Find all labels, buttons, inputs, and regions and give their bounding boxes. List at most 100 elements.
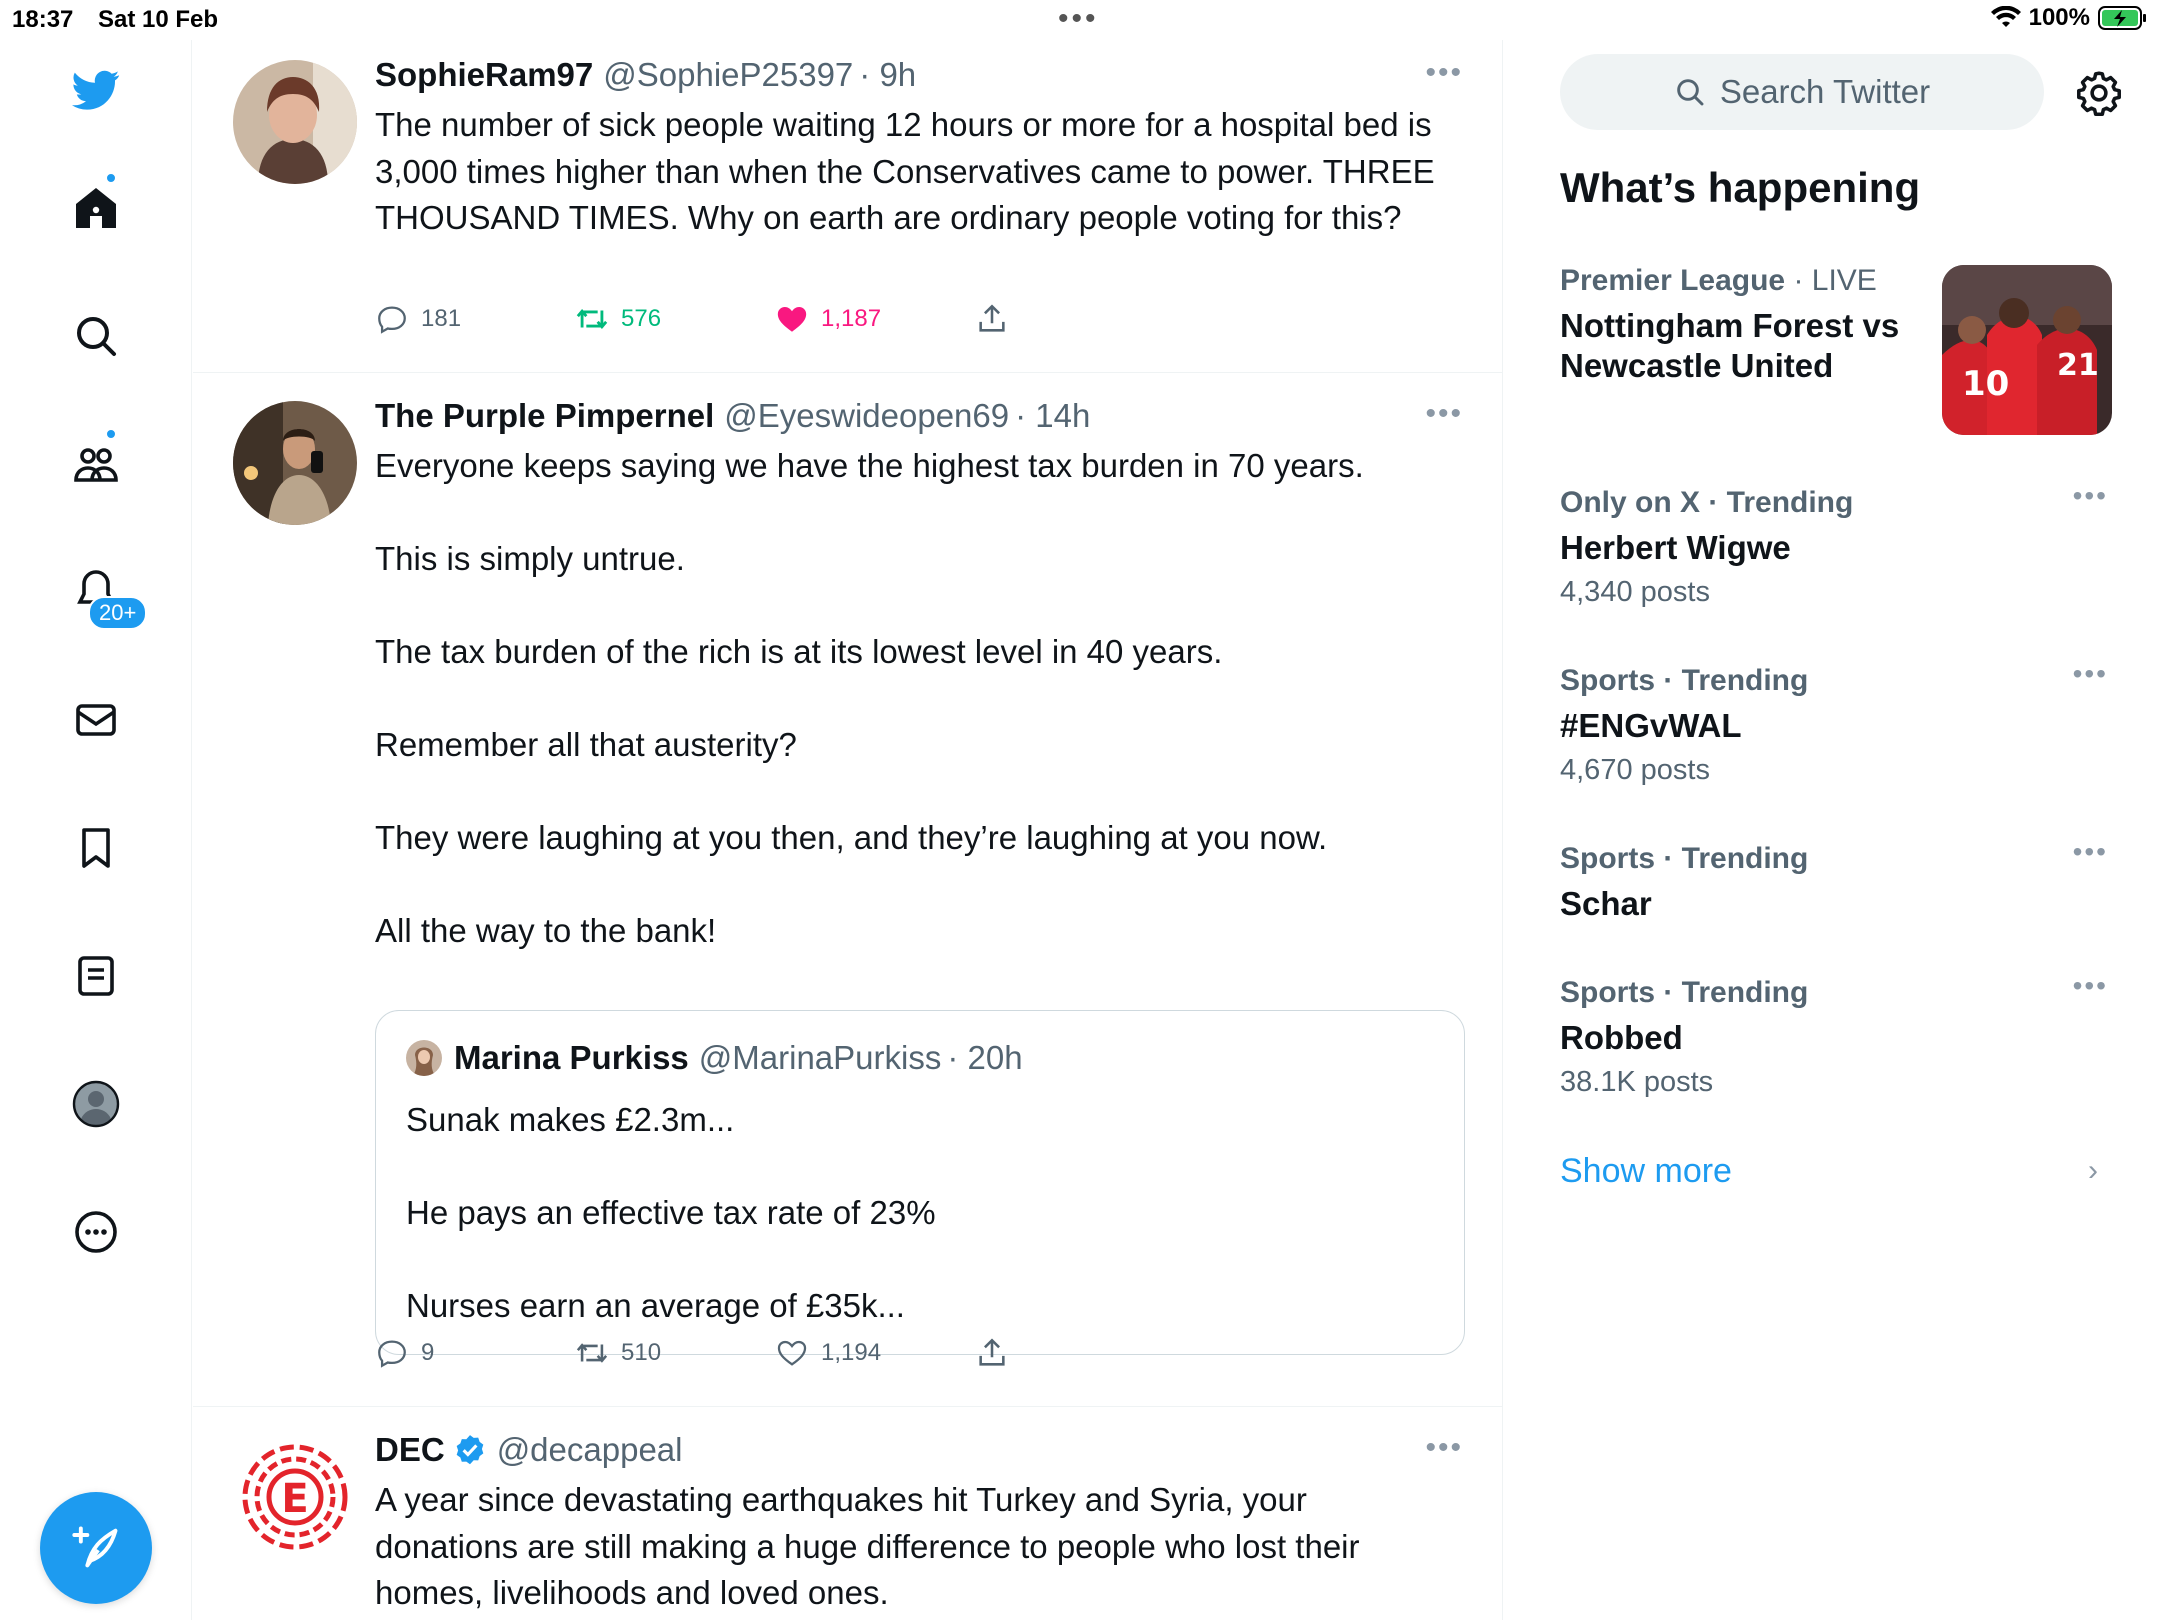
trend-category: Sports · Trending <box>1560 664 1809 697</box>
tweet-more-icon[interactable]: ••• <box>1425 1431 1463 1465</box>
trend-thumbnail-image[interactable]: 10 21 <box>1942 265 2112 435</box>
trend-post-count: 4,670 posts <box>1560 754 1710 786</box>
author-handle[interactable]: @decappeal <box>497 1431 683 1469</box>
trend-more-icon[interactable]: ••• <box>2073 658 2108 690</box>
svg-text:21: 21 <box>2057 348 2099 383</box>
tweet-text: A year since devastating earthquakes hit… <box>375 1477 1415 1617</box>
trend-meta: Sports · Trending <box>1560 976 2108 1010</box>
reply-count: 9 <box>421 1339 435 1366</box>
like-button[interactable]: 1,194 <box>775 1336 975 1370</box>
bookmarks-icon[interactable] <box>62 814 130 882</box>
verified-badge-icon <box>456 1435 484 1465</box>
heart-filled-icon <box>777 306 807 332</box>
left-navigation: 20+ <box>0 40 192 1620</box>
search-explore-icon[interactable] <box>62 302 130 370</box>
retweet-count: 510 <box>621 1339 662 1366</box>
tweet[interactable]: E DEC @decappeal ••• A year since devast… <box>193 1407 1502 1620</box>
multitasking-dots-icon[interactable]: ••• <box>1058 2 1099 36</box>
trend-more-icon[interactable]: ••• <box>2073 836 2108 868</box>
messages-envelope-icon[interactable] <box>62 686 130 754</box>
tweet-paragraph: A year since devastating earthquakes hit… <box>375 1481 1360 1611</box>
tweet-text: The number of sick people waiting 12 hou… <box>375 102 1465 242</box>
retweet-button[interactable]: 510 <box>575 1336 775 1370</box>
reply-button[interactable]: 181 <box>375 302 575 336</box>
more-circle-icon[interactable] <box>62 1198 130 1266</box>
share-icon <box>979 1338 1005 1366</box>
trend-more-icon[interactable]: ••• <box>2073 970 2108 1002</box>
trend-item[interactable]: Sports · Trending #ENGvWAL 4,670 posts •… <box>1560 658 2108 787</box>
tweet-more-icon[interactable]: ••• <box>1425 397 1463 431</box>
chevron-right-icon[interactable]: › <box>2088 1154 2098 1188</box>
tweet-paragraph: The tax burden of the rich is at its low… <box>375 633 1223 670</box>
quoted-tweet-header: Marina Purkiss @MarinaPurkiss · 20h <box>406 1039 1023 1077</box>
reply-icon <box>378 1340 406 1368</box>
author-name[interactable]: The Purple Pimpernel <box>375 397 714 435</box>
reply-button[interactable]: 9 <box>375 1336 575 1370</box>
trend-name: #ENGvWAL <box>1560 707 1742 744</box>
compose-tweet-button[interactable] <box>40 1492 152 1604</box>
share-button[interactable] <box>975 302 1175 336</box>
svg-text:10: 10 <box>1962 364 2009 404</box>
like-count: 1,194 <box>821 1339 882 1366</box>
tweet-time[interactable]: · 9h <box>859 56 916 94</box>
share-button[interactable] <box>975 1336 1175 1370</box>
battery-charging-icon <box>2098 6 2146 30</box>
quoted-tweet-text: Sunak makes £2.3m... He pays an effectiv… <box>406 1097 1436 1330</box>
tweet-paragraph: This is simply untrue. <box>375 540 685 577</box>
home-icon[interactable] <box>62 174 130 242</box>
tweet-actions: 181 576 1,187 <box>375 302 1175 336</box>
status-bar: 18:37 Sat 10 Feb ••• 100% <box>0 0 2160 40</box>
author-name[interactable]: DEC <box>375 1431 445 1469</box>
retweet-icon <box>576 309 608 329</box>
trend-item[interactable]: Premier League · LIVE Nottingham Forest … <box>1560 264 1940 386</box>
tweet-paragraph: All the way to the bank! <box>375 912 717 949</box>
battery-percent: 100% <box>2028 4 2090 31</box>
retweet-icon <box>576 1343 608 1363</box>
author-handle[interactable]: @Eyeswideopen69 <box>724 397 1009 435</box>
trend-name: Robbed <box>1560 1019 1683 1056</box>
home-timeline: SophieRam97 @SophieP25397 · 9h ••• The n… <box>193 40 1503 1620</box>
tweet-actions: 9 510 1,194 <box>375 1336 1175 1370</box>
tweet-text: Everyone keeps saying we have the highes… <box>375 443 1465 955</box>
author-name[interactable]: SophieRam97 <box>375 56 593 94</box>
quoted-tweet-time[interactable]: · 20h <box>947 1039 1022 1077</box>
quoted-avatar[interactable] <box>406 1040 442 1076</box>
quoted-author-handle[interactable]: @MarinaPurkiss <box>699 1039 942 1077</box>
quoted-paragraph: Nurses earn an average of £35k... <box>406 1287 905 1324</box>
communities-icon[interactable] <box>62 430 130 498</box>
dec-logo-avatar[interactable]: E <box>233 1435 357 1559</box>
tweet-more-icon[interactable]: ••• <box>1425 56 1463 90</box>
retweet-count: 576 <box>621 305 662 332</box>
tweet[interactable]: SophieRam97 @SophieP25397 · 9h ••• The n… <box>193 40 1502 373</box>
profile-avatar-icon[interactable] <box>62 1070 130 1138</box>
trend-category: Only on X · Trending <box>1560 486 1854 519</box>
tweet-header: DEC @decappeal <box>375 1431 683 1469</box>
status-right: 100% <box>1990 4 2148 32</box>
search-icon <box>1677 79 1704 106</box>
quoted-author-name[interactable]: Marina Purkiss <box>454 1039 689 1077</box>
reply-count: 181 <box>421 305 462 332</box>
trend-item[interactable]: Sports · Trending Robbed 38.1K posts ••• <box>1560 970 2108 1099</box>
trend-item[interactable]: Only on X · Trending Herbert Wigwe 4,340… <box>1560 480 2108 609</box>
search-input[interactable]: Search Twitter <box>1560 54 2044 130</box>
lists-icon[interactable] <box>62 942 130 1010</box>
author-handle[interactable]: @SophieP25397 <box>603 56 853 94</box>
trend-meta: Sports · Trending <box>1560 664 2108 698</box>
trend-more-icon[interactable]: ••• <box>2073 480 2108 512</box>
settings-gear-icon[interactable] <box>2074 68 2124 118</box>
trend-meta: Premier League · LIVE <box>1560 264 1940 298</box>
quoted-tweet[interactable]: Marina Purkiss @MarinaPurkiss · 20h Suna… <box>375 1010 1465 1355</box>
right-sidebar: Search Twitter What’s happening Premier … <box>1504 40 2160 1620</box>
tweet-paragraph: Remember all that austerity? <box>375 726 797 763</box>
show-more-link[interactable]: Show more <box>1560 1152 1732 1191</box>
tweet[interactable]: The Purple Pimpernel @Eyeswideopen69 · 1… <box>193 373 1502 1407</box>
tweet-time[interactable]: · 14h <box>1015 397 1090 435</box>
retweet-button[interactable]: 576 <box>575 302 775 336</box>
twitter-logo-icon[interactable] <box>62 56 130 124</box>
like-button[interactable]: 1,187 <box>775 302 975 336</box>
trend-item[interactable]: Sports · Trending Schar ••• <box>1560 836 2108 924</box>
tweet-header: SophieRam97 @SophieP25397 · 9h <box>375 56 916 94</box>
avatar[interactable] <box>233 401 357 525</box>
avatar[interactable] <box>233 60 357 184</box>
trend-status: · LIVE <box>1785 264 1877 297</box>
